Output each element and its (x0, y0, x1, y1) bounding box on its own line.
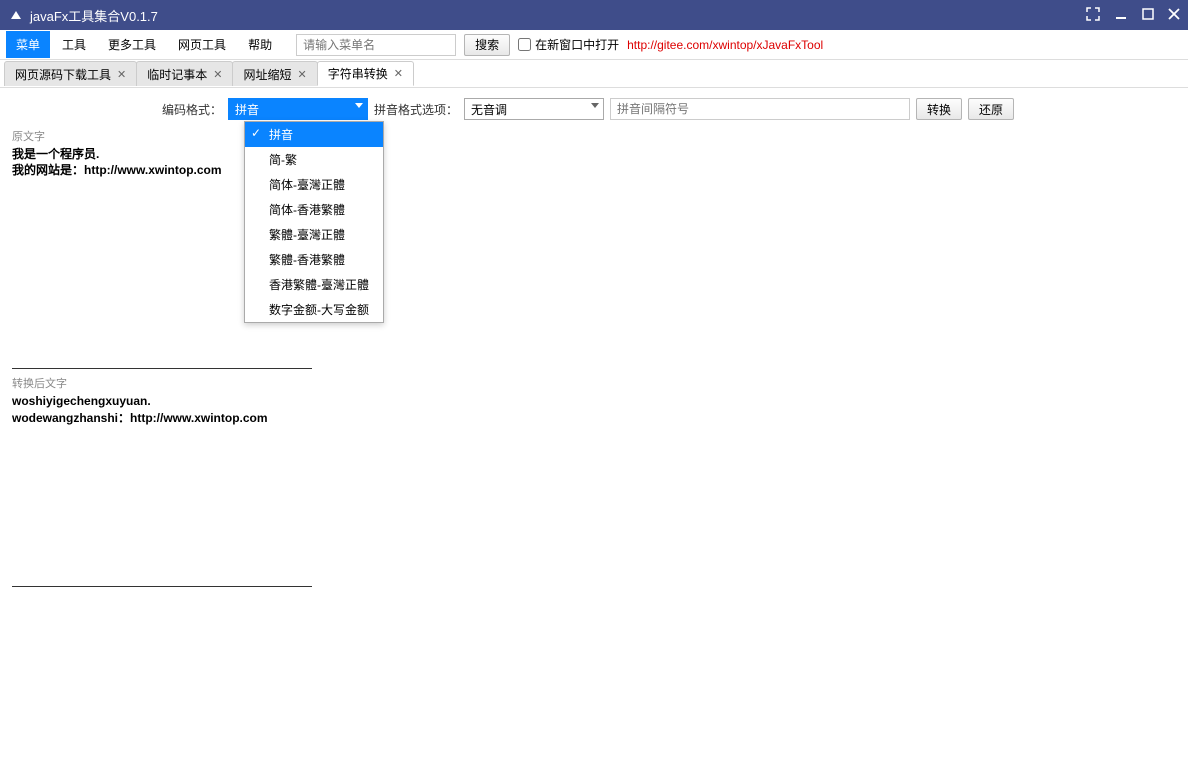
fullscreen-icon[interactable] (1086, 7, 1100, 24)
convert-button[interactable]: 转换 (916, 98, 962, 120)
dropdown-option[interactable]: 拼音 (245, 122, 383, 147)
encoding-label: 编码格式： (162, 101, 222, 118)
pinyin-opt-value: 无音调 (471, 101, 507, 118)
tab-1[interactable]: 临时记事本✕ (136, 61, 233, 86)
encoding-dropdown: 拼音 简-繁 简体-臺灣正體 简体-香港繁體 繁體-臺灣正體 繁體-香港繁體 香… (244, 121, 384, 323)
tab-close-icon[interactable]: ✕ (394, 67, 403, 80)
pinyin-opt-select[interactable]: 无音调 (464, 98, 604, 120)
menu-item-1[interactable]: 工具 (52, 31, 96, 58)
menubar: 菜单 工具 更多工具 网页工具 帮助 搜索 在新窗口中打开 http://git… (0, 30, 1188, 60)
menu-item-0[interactable]: 菜单 (6, 31, 50, 58)
encoding-select[interactable]: 拼音 (228, 98, 368, 120)
menu-item-4[interactable]: 帮助 (238, 31, 282, 58)
close-icon[interactable] (1168, 7, 1180, 23)
menu-item-2[interactable]: 更多工具 (98, 31, 166, 58)
new-window-checkbox[interactable]: 在新窗口中打开 (518, 36, 619, 53)
search-button[interactable]: 搜索 (464, 34, 510, 56)
dropdown-option[interactable]: 简-繁 (245, 147, 383, 172)
dropdown-option[interactable]: 简体-臺灣正體 (245, 172, 383, 197)
menu-search-input[interactable] (296, 34, 456, 56)
encoding-select-value: 拼音 (235, 101, 259, 118)
pinyin-opt-label: 拼音格式选项： (374, 101, 458, 118)
new-window-checkbox-label: 在新窗口中打开 (535, 36, 619, 53)
tab-close-icon[interactable]: ✕ (297, 68, 306, 81)
result-label: 转换后文字 (12, 375, 1176, 391)
menu-item-3[interactable]: 网页工具 (168, 31, 236, 58)
window-title: javaFx工具集合V0.1.7 (30, 6, 158, 25)
separator-input[interactable] (610, 98, 910, 120)
source-label: 原文字 (12, 128, 1176, 144)
project-link[interactable]: http://gitee.com/xwintop/xJavaFxTool (627, 38, 823, 52)
app-icon (8, 7, 24, 23)
dropdown-option[interactable]: 数字金额-大写金额 (245, 297, 383, 322)
tab-3[interactable]: 字符串转换✕ (317, 61, 414, 86)
tabbar: 网页源码下载工具✕ 临时记事本✕ 网址缩短✕ 字符串转换✕ (0, 60, 1188, 88)
tab-close-icon[interactable]: ✕ (117, 68, 126, 81)
chevron-down-icon (591, 103, 599, 108)
restore-button[interactable]: 还原 (968, 98, 1014, 120)
dropdown-option[interactable]: 繁體-香港繁體 (245, 247, 383, 272)
divider (12, 586, 312, 587)
tab-2[interactable]: 网址缩短✕ (232, 61, 317, 86)
titlebar: javaFx工具集合V0.1.7 (0, 0, 1188, 30)
tab-0[interactable]: 网页源码下载工具✕ (4, 61, 137, 86)
chevron-down-icon (355, 103, 363, 108)
maximize-icon[interactable] (1142, 7, 1154, 23)
dropdown-option[interactable]: 简体-香港繁體 (245, 197, 383, 222)
dropdown-option[interactable]: 香港繁體-臺灣正體 (245, 272, 383, 297)
new-window-checkbox-input[interactable] (518, 38, 531, 51)
controls-row: 编码格式： 拼音 拼音格式选项： 无音调 转换 还原 (162, 98, 1176, 120)
divider (12, 368, 312, 369)
content-area: 编码格式： 拼音 拼音格式选项： 无音调 转换 还原 拼音 简-繁 简体-臺灣正… (0, 88, 1188, 777)
tab-close-icon[interactable]: ✕ (213, 68, 222, 81)
dropdown-option[interactable]: 繁體-臺灣正體 (245, 222, 383, 247)
result-text[interactable]: woshiyigechengxuyuan. wodewangzhanshi：ht… (12, 393, 312, 425)
minimize-icon[interactable] (1114, 7, 1128, 24)
